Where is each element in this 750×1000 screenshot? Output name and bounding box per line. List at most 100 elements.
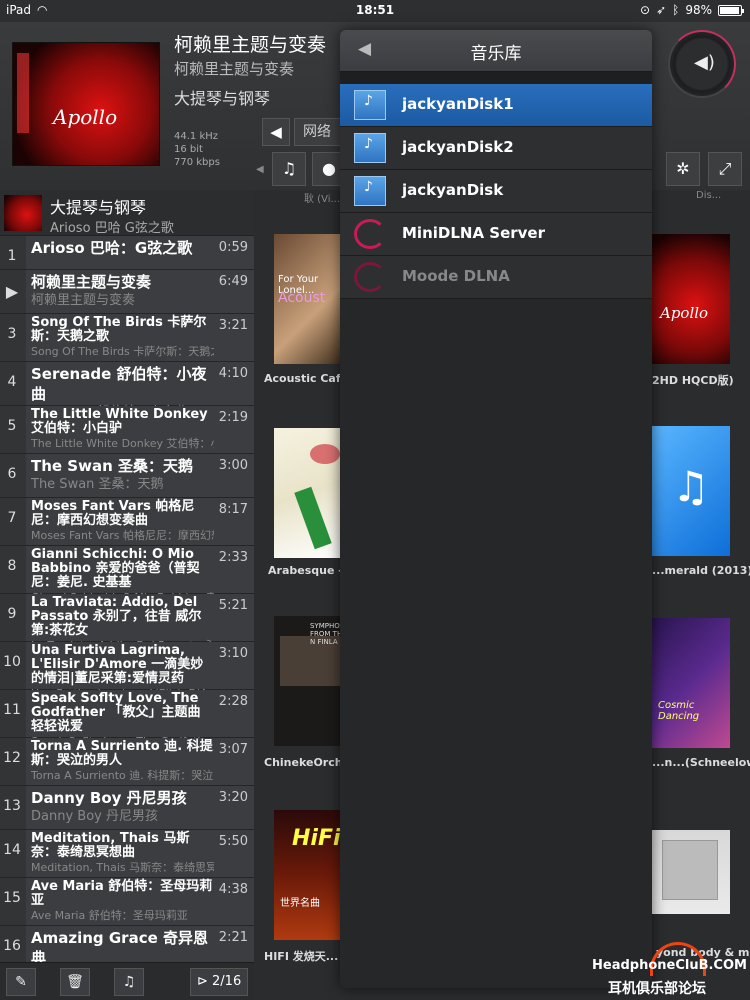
track-title: Song Of The Birds 卡萨尔斯：天鹅之歌 — [31, 315, 207, 344]
now-playing-cover[interactable]: Apollo — [12, 42, 160, 166]
edit-button[interactable]: ✎ — [6, 968, 36, 996]
track-duration: 2:28 — [218, 694, 248, 709]
track-number: 15 — [3, 890, 21, 906]
album-label: ...merald (2013) — [652, 564, 750, 577]
trash-icon: 🗑 — [66, 974, 84, 990]
queue-track-row[interactable]: 14 Meditation, Thais 马斯奈：泰绮思冥想曲 Meditation… — [0, 830, 254, 878]
queue-track-row[interactable]: 5 The Little White Donkey 艾伯特：小白驴 The Litt… — [0, 406, 254, 454]
watermark-line2: 耳机俱乐部论坛 — [608, 981, 706, 997]
queue-track-row[interactable]: 13 Danny Boy 丹尼男孩 Danny Boy 丹尼男孩 3:20 — [0, 786, 254, 830]
queue-track-row[interactable]: 8 Gianni Schicchi: O Mio Babbino 亲爱的爸爸（普契… — [0, 546, 254, 604]
track-duration: 4:38 — [218, 882, 248, 897]
clock: 18:51 — [355, 3, 395, 17]
track-position-button[interactable]: ⊳ 2/16 — [190, 968, 248, 996]
track-number: 4 — [7, 374, 17, 390]
playlist-button[interactable]: ♫ — [114, 968, 144, 996]
library-server-item[interactable]: jackyanDisk1 — [340, 84, 652, 127]
track-number: 16 — [3, 938, 21, 954]
track-duration: 3:00 — [218, 458, 248, 473]
album-cover[interactable] — [274, 428, 344, 558]
music-note-icon: ♫ — [281, 159, 297, 178]
track-title: La Traviata: Addio, Del Passato 永别了，往昔 威… — [31, 595, 202, 638]
album-cover[interactable]: HiFi 世界名曲 — [274, 810, 344, 940]
track-title: Ave Maria 舒伯特：圣母玛莉亚 — [31, 879, 213, 908]
network-button[interactable]: 网络 — [294, 118, 344, 146]
track-subtitle: Song Of The Birds 卡萨尔斯：天鹅之歌 — [31, 345, 214, 358]
track-duration: 6:49 — [218, 274, 248, 289]
queue-track-row[interactable]: ▶ 柯赖里主题与变奏 柯赖里主题与变奏 6:49 — [0, 270, 254, 314]
track-title: Meditation, Thais 马斯奈：泰绮思冥想曲 — [31, 831, 190, 860]
back-button[interactable]: ◀ — [262, 118, 290, 146]
volume-knob[interactable]: ◀) — [668, 30, 736, 98]
track-title: Serenade 舒伯特：小夜曲 — [31, 365, 207, 403]
track-duration: 3:07 — [218, 742, 248, 757]
album-cover[interactable] — [652, 830, 730, 914]
queue-track-row[interactable]: 4Serenade 舒伯特：小夜曲Serenade 舒伯特：小夜曲4:10 — [0, 362, 254, 420]
library-server-item[interactable]: jackyanDisk — [340, 170, 652, 213]
album-cover[interactable]: Cosmic Dancing — [652, 618, 730, 748]
grid-top-left-label: 耿 (Vi...) — [304, 194, 344, 205]
queue-track-row[interactable]: 16Amazing Grace 奇异恩典Amazing Grace 奇异恩典2:… — [0, 926, 254, 962]
album-label: HIFI 发烧天... — [264, 950, 339, 963]
track-number: 11 — [3, 702, 21, 718]
track-number: 6 — [7, 466, 17, 482]
track-title: Torna A Surriento 迪. 科提斯：哭泣的男人 — [31, 739, 213, 768]
track-title: The Little White Donkey 艾伯特：小白驴 — [31, 407, 208, 436]
album-cover[interactable]: For Your Lonel... Acoust — [274, 234, 344, 364]
queue-bottom-bar: ✎ 🗑 ♫ ⊳ 2/16 — [0, 962, 254, 1000]
library-title: 音乐库 — [470, 44, 522, 64]
track-subtitle: Danny Boy 丹尼男孩 — [31, 809, 158, 824]
track-number: 1 — [7, 248, 17, 264]
track-number: 14 — [3, 842, 21, 858]
queue-track-row[interactable]: 11 Speak Soflty Love, The Godfather 「教父」主… — [0, 690, 254, 748]
synology-icon — [354, 133, 386, 163]
track-number: 13 — [3, 798, 21, 814]
queue-track-row[interactable]: 7 Moses Fant Vars 帕格尼尼：摩西幻想变奏曲 Moses Fant … — [0, 498, 254, 546]
speaker-icon: ◀) — [694, 52, 715, 73]
delete-button[interactable]: 🗑 — [60, 968, 90, 996]
track-duration: 4:10 — [218, 366, 248, 381]
person-icon: ● — [322, 159, 336, 178]
track-number: 9 — [7, 606, 17, 622]
settings-button[interactable]: ✲ — [666, 152, 700, 186]
library-server-item[interactable]: Moode DLNA — [340, 256, 652, 299]
album-cover[interactable]: ♫ — [652, 426, 730, 556]
queue-track-row[interactable]: 10 Una Furtiva Lagrima, L'Elisir D'Amore … — [0, 642, 254, 700]
track-title: The Swan 圣桑：天鹅 — [31, 457, 193, 475]
debian-icon — [354, 219, 386, 249]
track-duration: 5:50 — [218, 834, 248, 849]
server-label: jackyanDisk1 — [402, 95, 514, 113]
track-number: ▶ — [5, 282, 19, 301]
lock-rotation-icon: ⊙ — [640, 3, 651, 17]
track-number: 8 — [7, 558, 17, 574]
album-cover[interactable]: SYMPHONY FROM THE N FINLA — [274, 616, 349, 746]
queue-track-row[interactable]: 15 Ave Maria 舒伯特：圣母玛莉亚 Ave Maria 舒伯特：圣母玛莉亚… — [0, 878, 254, 926]
gear-icon: ✲ — [676, 159, 690, 178]
edit-icon: ✎ — [15, 974, 27, 990]
forum-watermark: HeadphoneCluB.COM 耳机俱乐部论坛 — [592, 942, 748, 1000]
queue-track-row[interactable]: 12 Torna A Surriento 迪. 科提斯：哭泣的男人 Torna A … — [0, 738, 254, 786]
sample-rate: 44.1 kHz — [174, 131, 219, 142]
queue-header[interactable]: 大提琴与钢琴 Arioso 巴哈 G弦之歌 — [0, 190, 254, 236]
status-bar: iPad ◠ 18:51 ⊙ ➶ ᛒ 98% — [0, 0, 750, 22]
library-header: ◀ 音乐库 — [340, 30, 652, 72]
track-number: 5 — [7, 418, 17, 434]
library-server-item[interactable]: MiniDLNA Server — [340, 213, 652, 256]
queue-track-row[interactable]: 1 Arioso 巴哈：G弦之歌 0:59 — [0, 236, 254, 270]
track-subtitle: 柯赖里主题与变奏 — [31, 293, 136, 308]
audio-format: 44.1 kHz 16 bit 770 kbps — [174, 130, 220, 169]
server-label: jackyanDisk2 — [402, 138, 514, 156]
music-note-icon: ♫ — [672, 462, 710, 511]
fullscreen-button[interactable]: ⤢ — [708, 152, 742, 186]
cover-text: Apollo — [53, 105, 118, 129]
now-playing-album: 大提琴与钢琴 — [174, 89, 271, 108]
music-view-button[interactable]: ♫ — [272, 152, 306, 186]
music-library-popover: ◀ 音乐库 jackyanDisk1 jackyanDisk2 jackyanDis… — [340, 30, 652, 988]
server-label: jackyanDisk — [402, 181, 504, 199]
library-server-item[interactable]: jackyanDisk2 — [340, 127, 652, 170]
album-cover[interactable]: Apollo — [652, 234, 730, 364]
queue-track-row[interactable]: 6 The Swan 圣桑：天鹅 The Swan 圣桑：天鹅 3:00 — [0, 454, 254, 498]
queue-track-row[interactable]: 9 La Traviata: Addio, Del Passato 永别了，往昔 … — [0, 594, 254, 652]
synology-icon — [354, 90, 386, 120]
queue-track-row[interactable]: 3 Song Of The Birds 卡萨尔斯：天鹅之歌 Song Of The … — [0, 314, 254, 362]
